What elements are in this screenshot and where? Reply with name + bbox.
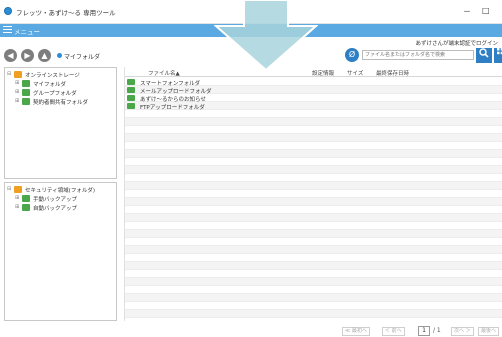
table-row	[125, 166, 502, 174]
folder-icon	[127, 95, 135, 101]
table-row	[125, 214, 502, 222]
table-row	[125, 302, 502, 310]
folder-dot-icon	[57, 53, 62, 58]
maximize-button[interactable]: □	[482, 6, 490, 15]
tree-item-manual-backup[interactable]: 手動バックアップ	[33, 195, 77, 203]
up-button[interactable]: ▲	[38, 49, 51, 62]
security-tree: ⊟ セキュリティ領域(フォルダ) ⊞ 手動バックアップ ⊞ 自動バックアップ	[4, 182, 117, 321]
tree-root-online-storage[interactable]: オンラインストレージ	[25, 71, 80, 79]
table-row	[125, 158, 502, 166]
window-title: フレッツ・あずけ～る 専用ツール	[16, 9, 116, 17]
table-row	[125, 254, 502, 262]
expand-toggle-icon[interactable]: ⊞	[15, 80, 19, 86]
table-row	[125, 150, 502, 158]
search-button[interactable]	[476, 48, 492, 63]
page-number-input[interactable]: 1	[418, 326, 430, 336]
first-page-button[interactable]: ≪ 最初へ	[342, 327, 370, 336]
table-row	[125, 278, 502, 286]
table-row[interactable]: あずけ～るからのお知らせ	[125, 94, 502, 103]
grid-view-button[interactable]	[494, 48, 502, 63]
table-row	[125, 182, 502, 190]
prev-page-button[interactable]: ＜ 前へ	[382, 327, 405, 336]
table-row[interactable]: メールアップロードフォルダ	[125, 86, 502, 95]
search-icon	[479, 48, 489, 58]
column-header-modified[interactable]: 最終保存日時	[376, 69, 409, 77]
shared-folder-icon	[22, 98, 30, 105]
security-folder-icon	[14, 186, 22, 193]
expand-toggle-icon[interactable]: ⊞	[15, 195, 19, 201]
storage-tree: ⊟ オンラインストレージ ⊞ マイフォルダ ⊞ グループフォルダ ⊞ 契約者間共…	[4, 67, 117, 179]
table-row	[125, 294, 502, 302]
table-row[interactable]: FTPアップロードフォルダ	[125, 102, 502, 111]
table-row	[125, 246, 502, 254]
folder-icon	[127, 103, 135, 109]
tree-item-my-folder[interactable]: マイフォルダ	[33, 80, 66, 88]
hamburger-icon[interactable]	[3, 26, 12, 34]
backup-folder-icon	[22, 204, 30, 211]
folder-icon	[22, 80, 30, 87]
backup-folder-icon	[22, 195, 30, 202]
expand-toggle-icon[interactable]: ⊞	[15, 204, 19, 210]
table-row	[125, 270, 502, 278]
table-row	[125, 134, 502, 142]
column-header-name[interactable]: ファイル名▲	[148, 69, 180, 77]
expand-toggle-icon[interactable]: ⊞	[15, 98, 19, 104]
storage-folder-icon	[14, 71, 22, 78]
breadcrumb[interactable]: マイフォルダ	[64, 52, 100, 61]
collapse-toggle-icon[interactable]: ⊟	[7, 186, 11, 192]
folder-icon	[22, 89, 30, 96]
table-row	[125, 174, 502, 182]
forward-button[interactable]: ▶	[21, 49, 34, 62]
table-row	[125, 262, 502, 270]
minimize-button[interactable]: －	[463, 6, 471, 17]
search-option-icon[interactable]: Ø	[345, 48, 359, 62]
table-row	[125, 190, 502, 198]
tree-item-group-folder[interactable]: グループフォルダ	[33, 89, 77, 97]
table-row	[125, 286, 502, 294]
table-row	[125, 230, 502, 238]
table-row[interactable]: スマートフォンフォルダ	[125, 78, 502, 87]
folder-icon	[127, 87, 135, 93]
table-row	[125, 310, 502, 318]
tree-item-auto-backup[interactable]: 自動バックアップ	[33, 204, 77, 212]
table-row	[125, 198, 502, 206]
table-row	[125, 110, 502, 118]
app-logo-icon	[4, 7, 12, 15]
collapse-toggle-icon[interactable]: ⊟	[7, 71, 11, 77]
table-row	[125, 206, 502, 214]
menu-button[interactable]: メニュー	[14, 26, 40, 36]
search-input[interactable]	[362, 50, 474, 60]
grid-view-icon	[497, 48, 502, 55]
table-row	[125, 126, 502, 134]
next-page-button[interactable]: 次へ ＞	[451, 327, 474, 336]
page-total: / 1	[433, 327, 441, 334]
column-header-size[interactable]: サイズ	[347, 69, 363, 77]
folder-icon	[127, 79, 135, 85]
tree-root-security[interactable]: セキュリティ領域(フォルダ)	[25, 186, 95, 194]
down-arrow-icon	[214, 0, 318, 72]
table-row	[125, 118, 502, 126]
file-list: ファイル名▲ 設定情報 サイズ 最終保存日時 スマートフォンフォルダ メールアップ…	[124, 67, 502, 321]
table-row	[125, 238, 502, 246]
table-row	[125, 142, 502, 150]
back-button[interactable]: ◀	[4, 49, 17, 62]
tree-item-shared-folder[interactable]: 契約者間共有フォルダ	[33, 98, 88, 106]
expand-toggle-icon[interactable]: ⊞	[15, 89, 19, 95]
pagination: ≪ 最初へ ＜ 前へ 1 / 1 次へ ＞ 最後へ	[0, 323, 502, 337]
last-page-button[interactable]: 最後へ	[478, 327, 500, 336]
table-row	[125, 222, 502, 230]
